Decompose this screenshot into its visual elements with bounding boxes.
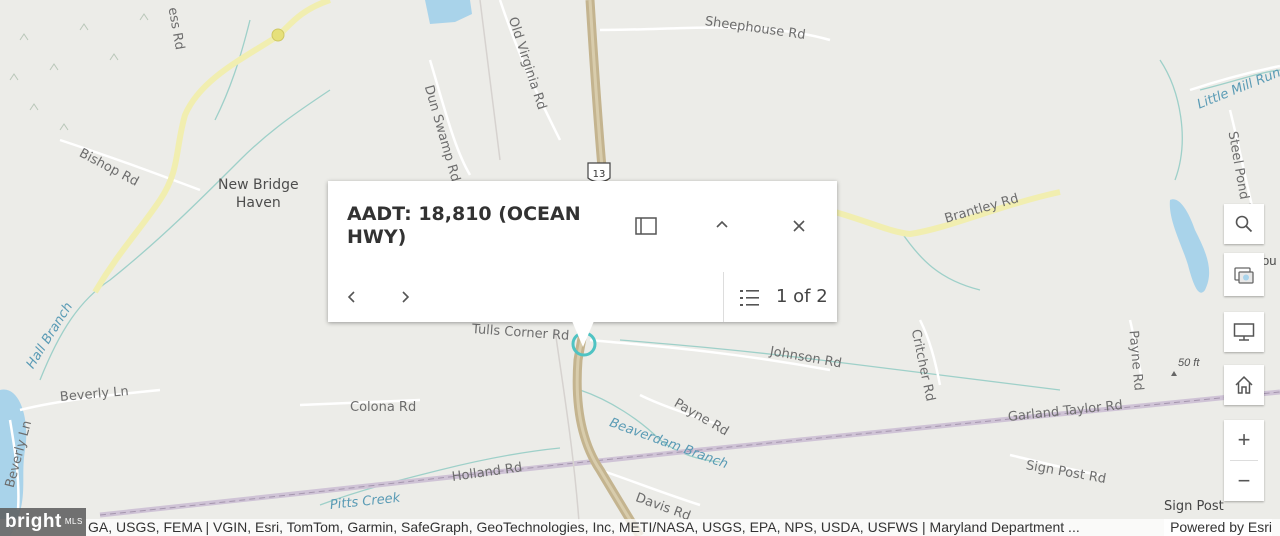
zoom-controls: + − bbox=[1224, 420, 1264, 501]
search-button[interactable] bbox=[1224, 204, 1264, 244]
chevron-up-icon[interactable] bbox=[714, 217, 730, 238]
place-label-new-bridge: New Bridge Haven bbox=[218, 176, 299, 212]
place-label-line-2: Haven bbox=[235, 195, 281, 211]
zoom-out-button[interactable]: − bbox=[1224, 461, 1264, 501]
highway-shield-number: 13 bbox=[593, 169, 606, 180]
traffic-point-marker[interactable] bbox=[271, 28, 285, 42]
feature-page-count[interactable]: 1 of 2 bbox=[776, 286, 828, 307]
feature-popup: AADT: 18,810 (OCEAN HWY) 1 of 2 bbox=[328, 181, 837, 347]
dock-icon[interactable] bbox=[635, 216, 657, 241]
powered-by-esri[interactable]: Powered by Esri bbox=[1164, 519, 1272, 536]
road-label-colona: Colona Rd bbox=[350, 400, 417, 415]
search-icon bbox=[1235, 215, 1253, 233]
popup-divider bbox=[723, 272, 724, 322]
basemap-gallery-icon bbox=[1234, 266, 1254, 284]
popup-title: AADT: 18,810 (OCEAN HWY) bbox=[347, 203, 581, 248]
attribution-text[interactable]: GA, USGS, FEMA | VGIN, Esri, TomTom, Gar… bbox=[88, 519, 1080, 536]
place-label-line-1: New Bridge bbox=[218, 177, 299, 193]
elevation-label: 50 ft bbox=[1178, 357, 1200, 369]
basemap-gallery-button[interactable] bbox=[1224, 253, 1264, 296]
home-button[interactable] bbox=[1224, 365, 1264, 405]
monitor-icon bbox=[1233, 323, 1255, 341]
home-icon bbox=[1235, 375, 1253, 394]
place-label-partial: ou bbox=[1262, 253, 1277, 268]
attribution-bar[interactable]: GA, USGS, FEMA | VGIN, Esri, TomTom, Gar… bbox=[0, 519, 1280, 536]
zoom-in-button[interactable]: + bbox=[1224, 420, 1264, 460]
highway-shield: 13 bbox=[587, 162, 611, 183]
road-label-sign-post-corner: Sign Post bbox=[1164, 499, 1224, 514]
list-icon[interactable] bbox=[739, 288, 761, 313]
fullscreen-button[interactable] bbox=[1224, 312, 1264, 352]
chevron-right-icon[interactable] bbox=[398, 289, 412, 310]
chevron-left-icon[interactable] bbox=[345, 289, 359, 310]
popup-pointer bbox=[572, 321, 594, 347]
close-icon[interactable] bbox=[791, 218, 807, 239]
logo-text: bright bbox=[5, 511, 62, 533]
logo-sub: MLS bbox=[64, 517, 83, 526]
brightmls-logo: bright MLS bbox=[0, 508, 86, 536]
